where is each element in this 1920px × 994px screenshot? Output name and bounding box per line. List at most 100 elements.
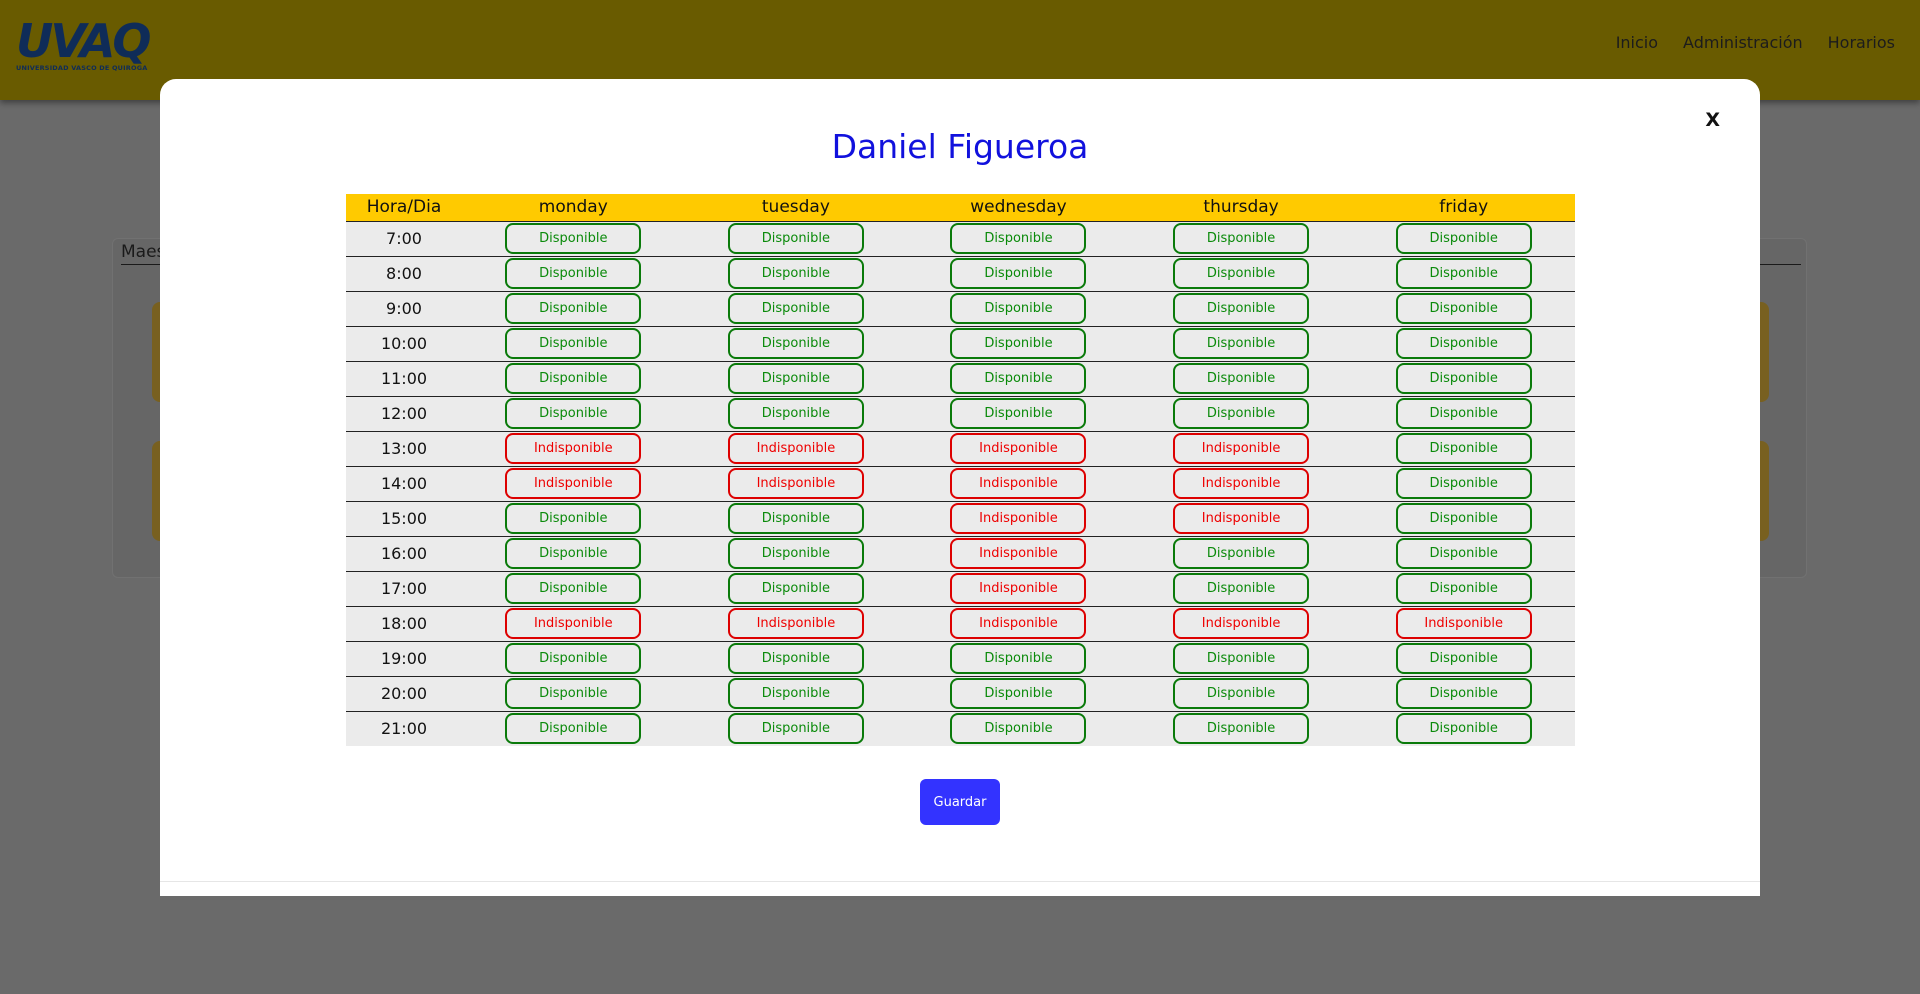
slot-cell: Indisponible: [1130, 466, 1353, 501]
hour-cell: 14:00: [380, 474, 428, 493]
slot-toggle-friday[interactable]: Disponible: [1395, 258, 1532, 289]
slot-toggle-thursday[interactable]: Indisponible: [1173, 503, 1310, 534]
slot-toggle-tuesday[interactable]: Indisponible: [727, 468, 864, 499]
slot-toggle-wednesday[interactable]: Indisponible: [950, 538, 1087, 569]
slot-cell: Disponible: [462, 571, 685, 606]
slot-toggle-thursday[interactable]: Disponible: [1173, 713, 1310, 745]
slot-toggle-thursday[interactable]: Indisponible: [1173, 433, 1310, 464]
slot-toggle-friday[interactable]: Disponible: [1395, 363, 1532, 394]
slot-toggle-monday[interactable]: Disponible: [505, 398, 642, 429]
slot-toggle-tuesday[interactable]: Disponible: [727, 678, 864, 709]
slot-toggle-monday[interactable]: Indisponible: [505, 608, 642, 639]
slot-cell: Disponible: [1352, 291, 1575, 326]
slot-toggle-tuesday[interactable]: Disponible: [727, 643, 864, 674]
slot-toggle-wednesday[interactable]: Disponible: [950, 398, 1087, 429]
slot-toggle-tuesday[interactable]: Disponible: [727, 363, 864, 394]
slot-toggle-friday[interactable]: Disponible: [1395, 678, 1532, 709]
table-row: 9:00 Disponible Disponible Disponible Dispon…: [346, 291, 1575, 326]
slot-toggle-thursday[interactable]: Disponible: [1173, 573, 1310, 604]
slot-toggle-monday[interactable]: Disponible: [505, 363, 642, 394]
slot-toggle-thursday[interactable]: Disponible: [1173, 363, 1310, 394]
table-row: 10:00 Disponible Disponible Disponible Dispo…: [346, 326, 1575, 361]
slot-toggle-monday[interactable]: Indisponible: [505, 433, 642, 464]
slot-toggle-monday[interactable]: Disponible: [505, 258, 642, 289]
slot-toggle-friday[interactable]: Disponible: [1395, 468, 1532, 499]
slot-toggle-friday[interactable]: Disponible: [1395, 643, 1532, 674]
slot-toggle-monday[interactable]: Disponible: [505, 328, 642, 359]
slot-toggle-tuesday[interactable]: Disponible: [727, 503, 864, 534]
slot-cell: Disponible: [907, 711, 1130, 746]
main-nav: Inicio Administración Horarios: [1616, 30, 1920, 56]
slot-toggle-monday[interactable]: Disponible: [505, 503, 642, 534]
slot-toggle-thursday[interactable]: Disponible: [1173, 678, 1310, 709]
slot-cell: Disponible: [907, 676, 1130, 711]
slot-cell: Disponible: [907, 291, 1130, 326]
slot-toggle-tuesday[interactable]: Disponible: [727, 573, 864, 604]
slot-toggle-wednesday[interactable]: Disponible: [950, 328, 1087, 359]
slot-toggle-friday[interactable]: Disponible: [1395, 223, 1532, 254]
table-header-row: Hora/Dia monday tuesday wednesday thursd…: [346, 194, 1575, 222]
slot-toggle-friday[interactable]: Disponible: [1395, 398, 1532, 429]
slot-toggle-wednesday[interactable]: Indisponible: [950, 608, 1087, 639]
slot-toggle-thursday[interactable]: Disponible: [1173, 293, 1310, 324]
slot-toggle-thursday[interactable]: Disponible: [1173, 223, 1310, 254]
slot-toggle-thursday[interactable]: Indisponible: [1173, 608, 1310, 639]
slot-toggle-tuesday[interactable]: Disponible: [727, 223, 864, 254]
slot-toggle-monday[interactable]: Disponible: [505, 573, 642, 604]
slot-toggle-wednesday[interactable]: Disponible: [950, 713, 1087, 745]
nav-horarios[interactable]: Horarios: [1828, 30, 1895, 56]
slot-cell: Disponible: [1130, 571, 1353, 606]
slot-toggle-thursday[interactable]: Disponible: [1173, 328, 1310, 359]
table-row: 21:00 Disponible Disponible Disponible Dispo…: [346, 711, 1575, 746]
slot-toggle-friday[interactable]: Indisponible: [1395, 608, 1532, 639]
save-button[interactable]: Guardar: [920, 779, 1000, 825]
slot-toggle-wednesday[interactable]: Disponible: [950, 258, 1087, 289]
slot-toggle-tuesday[interactable]: Indisponible: [727, 433, 864, 464]
slot-toggle-monday[interactable]: Disponible: [505, 538, 642, 569]
slot-toggle-monday[interactable]: Disponible: [505, 643, 642, 674]
slot-toggle-friday[interactable]: Disponible: [1395, 433, 1532, 464]
slot-toggle-thursday[interactable]: Disponible: [1173, 538, 1310, 569]
slot-cell: Disponible: [685, 291, 908, 326]
slot-toggle-wednesday[interactable]: Disponible: [950, 643, 1087, 674]
table-row: 18:00 Indisponible Indisponible Indisponibl…: [346, 606, 1575, 641]
slot-toggle-monday[interactable]: Disponible: [505, 678, 642, 709]
slot-toggle-thursday[interactable]: Disponible: [1173, 258, 1310, 289]
slot-toggle-wednesday[interactable]: Indisponible: [950, 433, 1087, 464]
slot-toggle-tuesday[interactable]: Disponible: [727, 398, 864, 429]
uvaq-logo[interactable]: UVAQ UNIVERSIDAD VASCO DE QUIROGA: [16, 18, 180, 74]
slot-cell: Disponible: [1130, 536, 1353, 571]
slot-toggle-wednesday[interactable]: Disponible: [950, 293, 1087, 324]
slot-toggle-tuesday[interactable]: Indisponible: [727, 608, 864, 639]
slot-toggle-wednesday[interactable]: Indisponible: [950, 468, 1087, 499]
slot-toggle-monday[interactable]: Disponible: [505, 223, 642, 254]
slot-toggle-tuesday[interactable]: Disponible: [727, 293, 864, 324]
slot-toggle-friday[interactable]: Disponible: [1395, 538, 1532, 569]
nav-administracion[interactable]: Administración: [1683, 30, 1803, 56]
slot-toggle-tuesday[interactable]: Disponible: [727, 328, 864, 359]
slot-toggle-friday[interactable]: Disponible: [1395, 573, 1532, 604]
slot-toggle-tuesday[interactable]: Disponible: [727, 713, 864, 745]
slot-toggle-wednesday[interactable]: Indisponible: [950, 573, 1087, 604]
slot-toggle-friday[interactable]: Disponible: [1395, 328, 1532, 359]
slot-toggle-thursday[interactable]: Indisponible: [1173, 468, 1310, 499]
slot-toggle-monday[interactable]: Disponible: [505, 713, 642, 745]
slot-toggle-monday[interactable]: Indisponible: [505, 468, 642, 499]
slot-toggle-wednesday[interactable]: Indisponible: [950, 503, 1087, 534]
slot-toggle-friday[interactable]: Disponible: [1395, 293, 1532, 324]
slot-toggle-wednesday[interactable]: Disponible: [950, 678, 1087, 709]
slot-toggle-tuesday[interactable]: Disponible: [727, 538, 864, 569]
slot-toggle-monday[interactable]: Disponible: [505, 293, 642, 324]
column-header-thursday: thursday: [1129, 194, 1353, 222]
nav-inicio[interactable]: Inicio: [1616, 30, 1658, 56]
slot-toggle-thursday[interactable]: Disponible: [1173, 398, 1310, 429]
hour-cell: 11:00: [380, 369, 428, 388]
slot-toggle-friday[interactable]: Disponible: [1395, 503, 1532, 534]
slot-cell: Disponible: [1352, 221, 1575, 256]
slot-toggle-friday[interactable]: Disponible: [1395, 713, 1532, 745]
slot-toggle-wednesday[interactable]: Disponible: [950, 363, 1087, 394]
slot-toggle-wednesday[interactable]: Disponible: [950, 223, 1087, 254]
column-header-hour: Hora/Dia: [346, 194, 462, 222]
slot-toggle-tuesday[interactable]: Disponible: [727, 258, 864, 289]
slot-toggle-thursday[interactable]: Disponible: [1173, 643, 1310, 674]
